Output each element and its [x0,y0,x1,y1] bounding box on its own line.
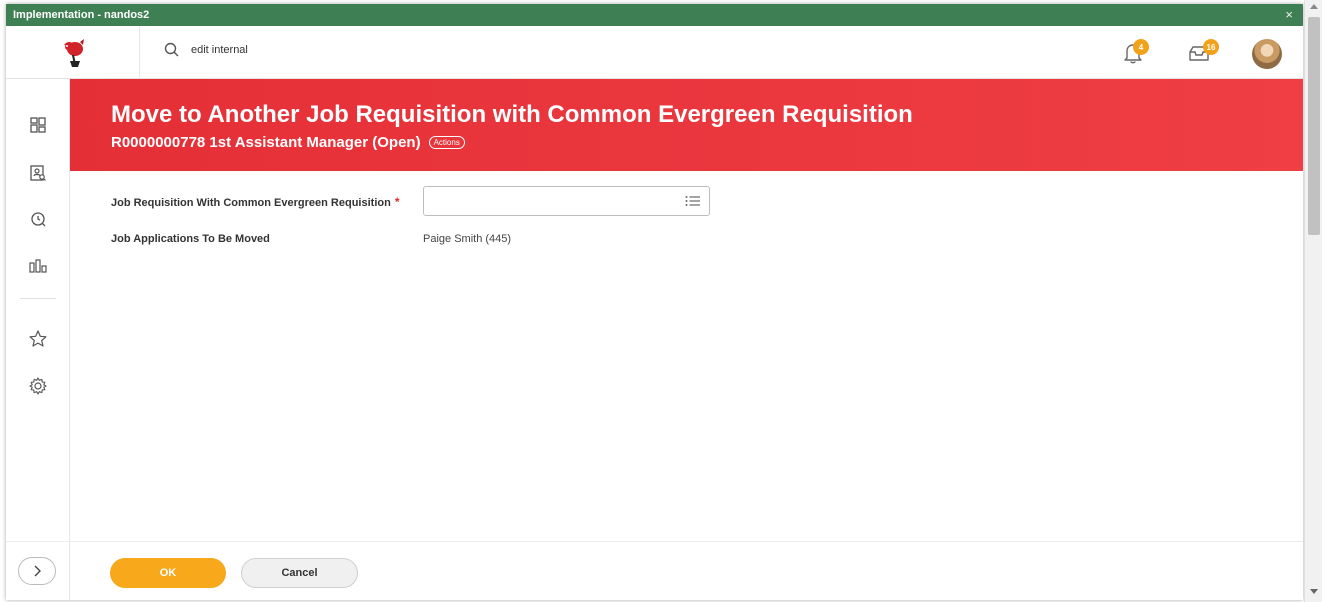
ok-button[interactable]: OK [110,558,226,588]
global-search[interactable]: edit internal [164,42,248,57]
search-icon [164,42,179,57]
inbox-badge: 16 [1203,39,1219,55]
global-nav-sidebar [6,79,70,600]
inbox-button[interactable]: 16 [1182,36,1219,70]
profile-search-icon[interactable] [25,160,51,186]
scroll-thumb[interactable] [1308,17,1320,235]
cancel-button[interactable]: Cancel [241,558,358,588]
page-title: Move to Another Job Requisition with Com… [111,101,913,128]
notifications-badge: 4 [1133,39,1149,55]
sidebar-bottom-divider [6,541,70,542]
job-applications-value: Paige Smith (445) [423,233,512,245]
task-form: Job Requisition With Common Evergreen Re… [70,171,1303,541]
notifications-button[interactable]: 4 [1116,36,1150,70]
scroll-up-arrow-icon[interactable] [1310,4,1318,9]
expand-sidebar-button[interactable] [18,557,56,585]
page-scrollbar[interactable] [1304,0,1322,602]
top-bar: edit internal 4 16 [6,26,1303,79]
required-indicator: * [394,195,400,209]
job-requisition-prompt-input[interactable] [423,186,710,216]
dashboards-icon[interactable] [25,253,51,279]
nandos-rooster-logo [63,38,84,67]
page-subtitle[interactable]: R0000000778 1st Assistant Manager (Open) [111,134,421,151]
page-header-banner: Move to Another Job Requisition with Com… [70,79,1303,171]
scroll-down-arrow-icon[interactable] [1310,589,1318,594]
window-title: Implementation - nandos2 [13,9,150,21]
user-avatar[interactable] [1252,39,1282,69]
sidebar-divider [20,298,56,299]
search-input[interactable]: edit internal [191,44,248,56]
window-titlebar: Implementation - nandos2 × [6,4,1303,26]
apps-grid-icon[interactable] [25,112,51,138]
actions-button[interactable]: Actions [428,136,465,149]
subtitle-row: R0000000778 1st Assistant Manager (Open)… [111,134,465,151]
favorites-star-icon[interactable] [25,326,51,352]
close-icon[interactable]: × [1285,7,1293,22]
list-prompt-icon[interactable] [685,195,701,207]
home-logo[interactable] [6,26,140,79]
settings-gear-icon[interactable] [25,373,51,399]
job-requisition-label: Job Requisition With Common Evergreen Re… [111,195,399,209]
job-requisition-label-text: Job Requisition With Common Evergreen Re… [111,197,391,209]
form-footer: OK Cancel [70,541,1303,600]
job-applications-label: Job Applications To Be Moved [111,233,270,245]
chevron-right-icon [34,565,41,577]
recent-icon[interactable] [25,206,51,232]
app-window: Implementation - nandos2 × edit internal [6,4,1303,600]
